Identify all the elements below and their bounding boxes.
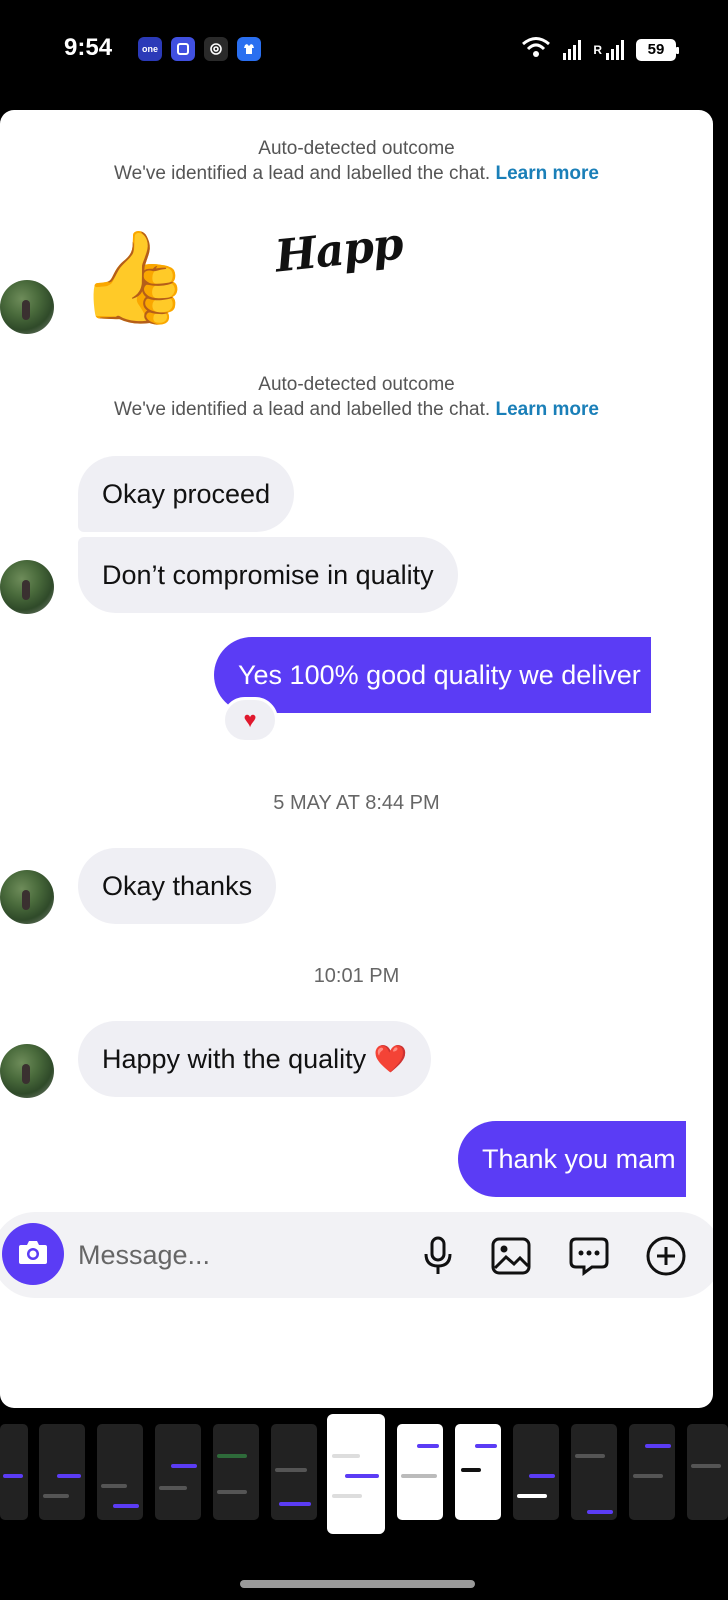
contact-avatar[interactable] (0, 560, 54, 614)
camera-button[interactable] (2, 1223, 64, 1285)
chat-panel: Auto-detected outcome We've identified a… (0, 110, 713, 1408)
battery-icon: 59 (636, 38, 679, 61)
message-outgoing[interactable]: Yes 100% good quality we deliver (214, 637, 651, 713)
screenshot-thumbnail[interactable] (155, 1424, 201, 1520)
notification-icons: one (138, 37, 261, 61)
microphone-icon[interactable] (414, 1232, 462, 1280)
sticker-chat-icon[interactable] (565, 1232, 613, 1280)
screenshot-thumbnail[interactable] (271, 1424, 317, 1520)
status-bar: 9:54 one R 59 (0, 0, 728, 100)
screenshot-thumbnail[interactable] (513, 1424, 559, 1520)
notice-text: We've identified a lead and labelled the… (114, 163, 491, 184)
status-time: 9:54 (64, 34, 113, 61)
auto-detected-notice: Auto-detected outcome We've identified a… (0, 372, 713, 422)
screenshot-thumbnail[interactable] (0, 1424, 28, 1520)
message-outgoing[interactable]: Thank you mam (458, 1121, 686, 1197)
message-incoming[interactable]: Okay thanks (78, 848, 277, 924)
app-square-icon (171, 37, 195, 61)
thumbs-up-emoji: 👍 (78, 228, 191, 328)
sticker-happy: Happ (272, 218, 405, 283)
learn-more-link[interactable]: Learn more (495, 399, 598, 420)
signal-icon (563, 39, 582, 60)
screenshot-thumbnail[interactable] (571, 1424, 617, 1520)
battery-level: 59 (647, 41, 665, 58)
notice-title: Auto-detected outcome (258, 374, 455, 395)
app-shirt-icon (237, 37, 261, 61)
app-spiral-icon (204, 37, 228, 61)
message-incoming[interactable]: Okay proceed (78, 456, 295, 532)
notice-title: Auto-detected outcome (258, 138, 455, 159)
notice-text: We've identified a lead and labelled the… (114, 399, 491, 420)
screenshot-thumbnail[interactable] (213, 1424, 259, 1520)
timestamp: 10:01 PM (313, 965, 400, 987)
screenshot-thumbnail[interactable] (687, 1424, 728, 1520)
roaming-label: R (593, 42, 602, 57)
wifi-icon (521, 36, 551, 63)
screenshot-thumbnail[interactable] (97, 1424, 143, 1520)
signal-icon-2 (606, 39, 624, 60)
message-input[interactable]: Message... (78, 1240, 210, 1271)
message-composer: Message... (0, 1212, 713, 1298)
contact-avatar[interactable] (0, 1044, 54, 1098)
auto-detected-notice: Auto-detected outcome We've identified a… (0, 136, 713, 186)
screenshot-thumbnail[interactable] (39, 1424, 85, 1520)
message-incoming[interactable]: Don’t compromise in quality (78, 537, 458, 613)
screenshot-thumbnail-active[interactable] (327, 1414, 385, 1534)
timestamp: 5 MAY AT 8:44 PM (273, 792, 440, 814)
message-incoming[interactable]: Happy with the quality ❤️ (78, 1021, 432, 1097)
screenshot-thumbnail[interactable] (629, 1424, 675, 1520)
one-app-icon: one (138, 37, 162, 61)
home-indicator[interactable] (240, 1580, 475, 1588)
contact-avatar[interactable] (0, 870, 54, 924)
gallery-icon[interactable] (487, 1232, 535, 1280)
heart-reaction[interactable]: ♥ (222, 697, 278, 743)
screenshot-thumbnail[interactable] (397, 1424, 443, 1520)
screenshot-thumbnail[interactable] (455, 1424, 501, 1520)
contact-avatar[interactable] (0, 280, 54, 334)
learn-more-link[interactable]: Learn more (495, 163, 598, 184)
status-indicators: R 59 (521, 36, 679, 63)
plus-icon[interactable] (642, 1232, 690, 1280)
camera-icon (17, 1238, 49, 1271)
